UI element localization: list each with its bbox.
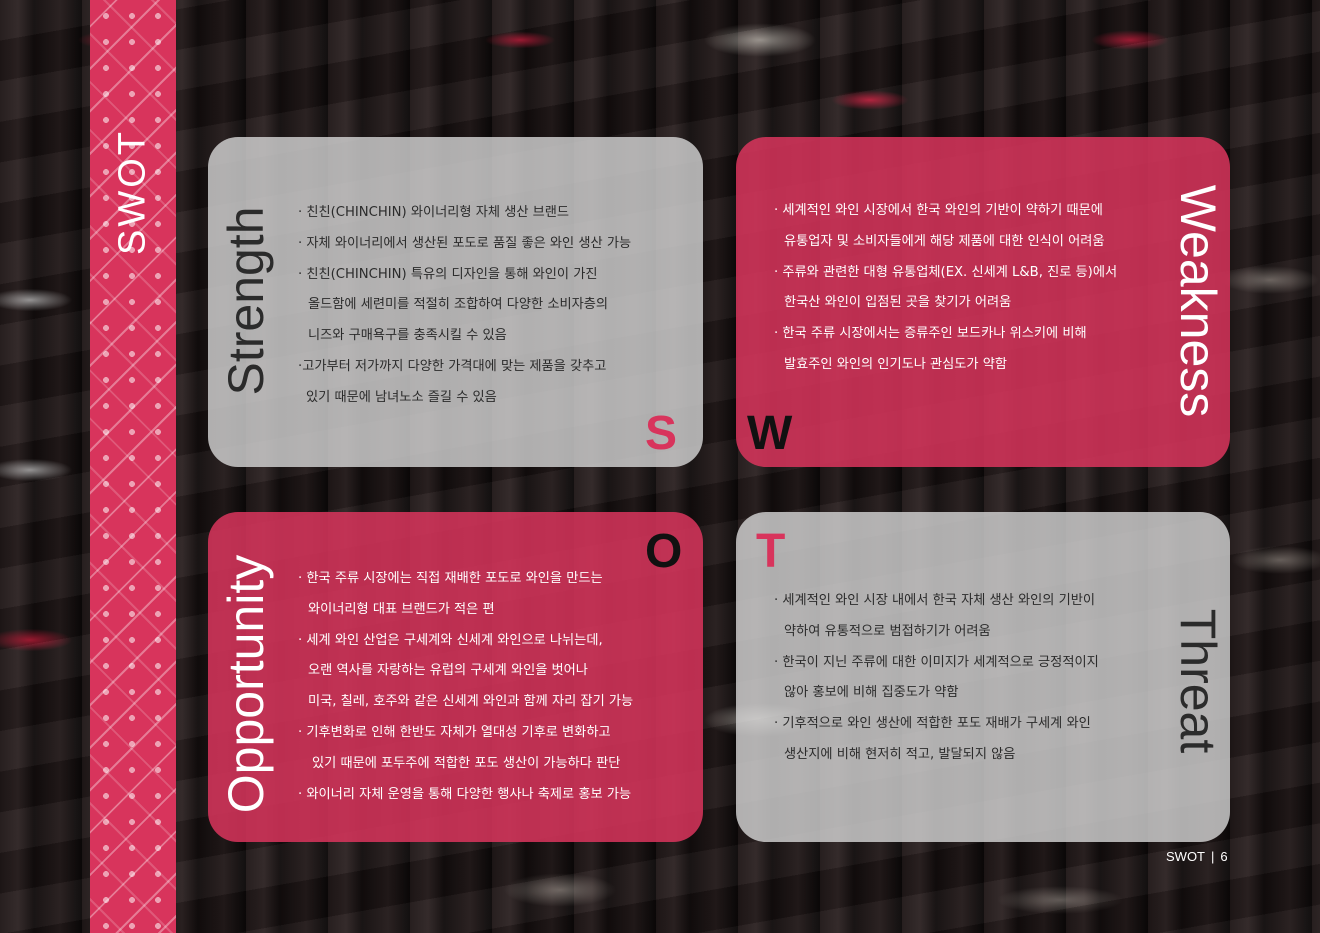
list-item: 올드함에 세련미를 적절히 조합하여 다양한 소비자층의 [308,297,609,313]
strip-title: SWOT [111,129,154,255]
letter-t: T [756,525,786,578]
list-item: · 세계적인 와인 시장에서 한국 와인의 기반이 약하기 때문에 [774,203,1103,218]
list-item: 있기 때문에 남녀노소 즐길 수 있음 [306,389,497,405]
list-item: 오랜 역사를 자랑하는 유럽의 구세계 와인을 벗어나 [308,663,588,679]
list-item: · 친친(CHINCHIN) 특유의 디자인을 통해 와인이 가진 [298,266,598,282]
opportunity-title: Opportunity [218,554,274,814]
letter-o: O [645,525,683,578]
list-item: · 세계 와인 산업은 구세계와 신세계 와인으로 나뉘는데, [298,632,603,648]
weakness-title: Weakness [1170,184,1226,418]
list-item: · 한국 주류 시장에는 직접 재배한 포도로 와인을 만드는 [298,571,603,586]
list-item: 유통업자 및 소비자들에게 해당 제품에 대한 인식이 어려움 [784,233,1105,249]
page-number: 6 [1220,849,1228,864]
list-item: 있기 때문에 포두주에 적합한 포도 생산이 가능하다 판단 [312,755,621,771]
list-item: 와이너리형 대표 브랜드가 적은 편 [308,601,495,617]
list-item: · 한국 주류 시장에서는 증류주인 보드카나 위스키에 비해 [774,326,1087,342]
weakness-box: Weakness · 세계적인 와인 시장에서 한국 와인의 기반이 약하기 때… [736,137,1230,467]
threat-box: Threat · 세계적인 와인 시장 내에서 한국 자체 생산 와인의 기반이… [736,512,1230,842]
list-item: · 한국이 지닌 주류에 대한 이미지가 세계적으로 긍정적이지 [774,654,1099,670]
list-item: · 자체 와이너리에서 생산된 포도로 품질 좋은 와인 생산 가능 [298,235,632,251]
list-item: 생산지에 비해 현저히 적고, 발달되지 않음 [784,746,1016,762]
footer-section: SWOT [1166,849,1205,864]
list-item: 미국, 칠레, 호주와 같은 신세계 와인과 함께 자리 잡기 가능 [308,694,634,710]
list-item: ·고가부터 저가까지 다양한 가격대에 맞는 제품을 갖추고 [298,358,607,374]
threat-list: · 세계적인 와인 시장 내에서 한국 자체 생산 와인의 기반이 약하여 유통… [774,586,1099,771]
list-item: 니즈와 구매욕구를 충족시킬 수 있음 [308,328,507,344]
strength-list: · 친친(CHINCHIN) 와이너리형 자체 생산 브랜드 · 자체 와이너리… [298,198,631,414]
footer-separator: | [1211,849,1215,864]
list-item: 발효주인 와인의 인기도나 관심도가 약함 [784,356,1008,372]
list-item: · 주류와 관련한 대형 유통업체(EX. 신세계 L&B, 진로 등)에서 [774,264,1118,280]
letter-w: W [747,407,793,460]
opportunity-box: Opportunity · 한국 주류 시장에는 직접 재배한 포도로 와인을 … [208,512,703,842]
page-footer: SWOT | 6 [1166,849,1228,864]
list-item: · 와이너리 자체 운영을 통해 다양한 행사나 축제로 홍보 가능 [298,786,632,802]
list-item: 않아 홍보에 비해 집중도가 약함 [784,685,959,701]
list-item: · 세계적인 와인 시장 내에서 한국 자체 생산 와인의 기반이 [774,593,1095,608]
list-item: · 기후변화로 인해 한반도 자체가 열대성 기후로 변화하고 [298,724,611,740]
list-item: 한국산 와인이 입점된 곳을 찾기가 어려움 [784,295,1012,311]
threat-title: Threat [1170,608,1226,754]
strength-box: Strength · 친친(CHINCHIN) 와이너리형 자체 생산 브랜드 … [208,137,703,467]
letter-s: S [645,407,678,460]
weakness-list: · 세계적인 와인 시장에서 한국 와인의 기반이 약하기 때문에 유통업자 및… [774,196,1117,381]
list-item: · 친친(CHINCHIN) 와이너리형 자체 생산 브랜드 [298,205,570,220]
list-item: · 기후적으로 와인 생산에 적합한 포도 재배가 구세계 와인 [774,716,1091,732]
list-item: 약하여 유통적으로 범접하기가 어려움 [784,623,991,639]
opportunity-list: · 한국 주류 시장에는 직접 재배한 포도로 와인을 만드는 와이너리형 대표… [298,564,633,810]
strength-title: Strength [218,206,274,396]
